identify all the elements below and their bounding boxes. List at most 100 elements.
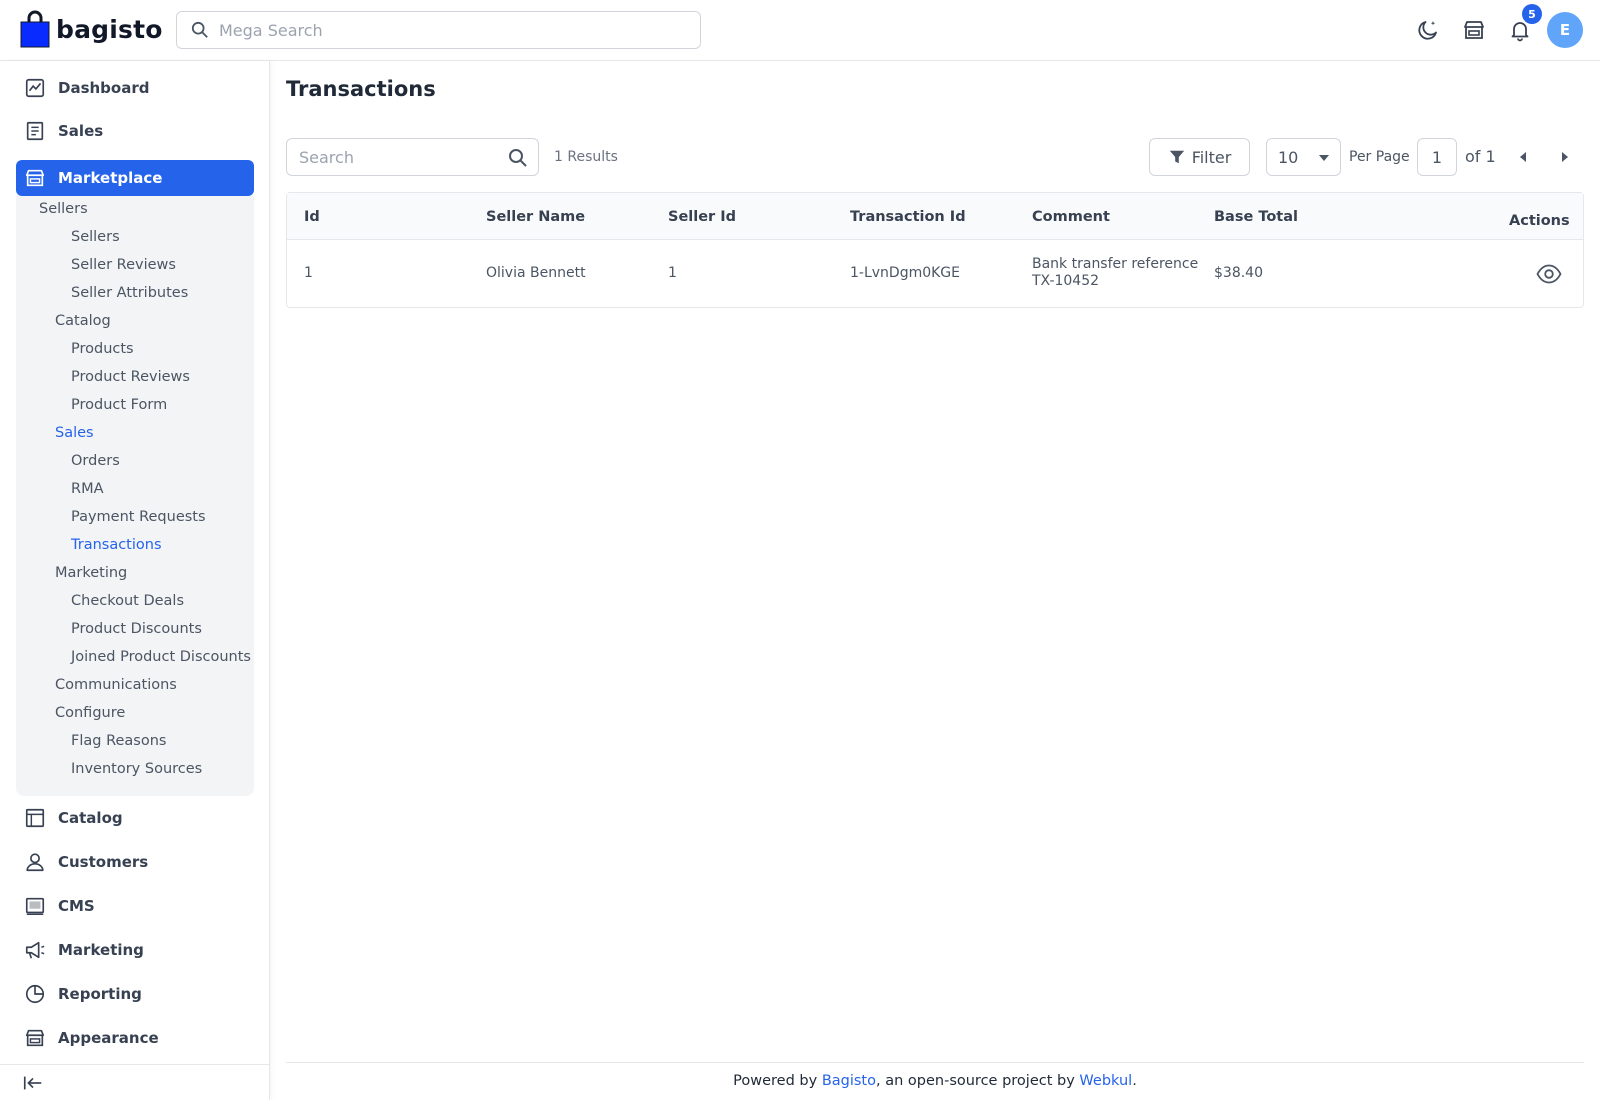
submenu-product-discounts[interactable]: Product Discounts (71, 621, 202, 637)
submenu-checkout-deals[interactable]: Checkout Deals (71, 593, 184, 609)
submenu-product-reviews[interactable]: Product Reviews (71, 369, 190, 385)
submenu-product-form[interactable]: Product Form (71, 397, 167, 413)
sidebar-item-appearance[interactable]: Appearance (16, 1020, 254, 1056)
mega-search-box[interactable] (176, 11, 701, 49)
current-page-input[interactable] (1417, 138, 1457, 176)
shopping-bag-icon (20, 10, 50, 48)
sidebar-item-cms[interactable]: CMS (16, 888, 254, 924)
footer-webkul-link[interactable]: Webkul (1079, 1073, 1132, 1089)
sidebar-item-customers[interactable]: Customers (16, 844, 254, 880)
submenu-seller-attributes[interactable]: Seller Attributes (71, 285, 188, 301)
sidebar-item-label: Sales (58, 122, 104, 140)
sidebar-item-label: Reporting (58, 985, 142, 1003)
logo[interactable]: bagisto (20, 10, 163, 48)
submenu-catalog[interactable]: Catalog (55, 313, 111, 329)
collapse-sidebar-icon[interactable] (22, 1073, 44, 1093)
search-icon[interactable] (508, 148, 528, 168)
next-page-button[interactable] (1554, 147, 1576, 167)
submenu-sales[interactable]: Sales (55, 425, 94, 441)
submenu-flag-reasons[interactable]: Flag Reasons (71, 733, 166, 749)
column-header-base-total[interactable]: Base Total (1214, 209, 1298, 225)
sidebar-item-dashboard[interactable]: Dashboard (16, 70, 254, 106)
submenu-transactions[interactable]: Transactions (71, 537, 162, 553)
column-header-id[interactable]: Id (304, 209, 320, 225)
filter-label: Filter (1191, 147, 1232, 167)
sidebar-item-label: Marketing (58, 941, 144, 959)
per-page-label: Per Page (1349, 149, 1410, 165)
store-icon (25, 169, 45, 187)
submenu-products[interactable]: Products (71, 341, 134, 357)
cell-seller-id: 1 (668, 265, 677, 281)
per-page-value: 10 (1278, 147, 1299, 167)
footer-bagisto-link[interactable]: Bagisto (822, 1073, 876, 1089)
table-header: Id Seller Name Seller Id Transaction Id … (287, 193, 1583, 240)
submenu-configure[interactable]: Configure (55, 705, 125, 721)
sidebar-item-catalog[interactable]: Catalog (16, 800, 254, 836)
cell-comment-line2: TX-10452 (1032, 273, 1100, 289)
submenu-joined-product-discounts[interactable]: Joined Product Discounts (71, 649, 251, 665)
table-row: 1 Olivia Bennett 1 1-LvnDgm0KGE Bank tra… (287, 240, 1583, 307)
page-title: Transactions (286, 77, 436, 101)
submenu-sellers[interactable]: Sellers (39, 201, 88, 217)
column-header-seller-name[interactable]: Seller Name (486, 209, 585, 225)
per-page-select[interactable]: 10 (1266, 138, 1341, 176)
sidebar-item-reporting[interactable]: Reporting (16, 976, 254, 1012)
cms-icon (25, 897, 45, 915)
notification-count-badge: 5 (1522, 4, 1542, 24)
sidebar-item-label: Marketplace (58, 169, 163, 187)
table-search-box[interactable] (286, 138, 539, 176)
dark-mode-toggle[interactable] (1412, 14, 1444, 46)
submenu-rma[interactable]: RMA (71, 481, 104, 497)
sidebar-item-label: CMS (58, 897, 95, 915)
results-count: 1 Results (554, 149, 618, 165)
cell-comment-line1: Bank transfer reference (1032, 256, 1199, 272)
store-icon (1464, 21, 1484, 39)
search-icon (191, 21, 208, 38)
mega-search-input[interactable] (219, 20, 679, 40)
column-header-transaction-id[interactable]: Transaction Id (850, 209, 966, 225)
sidebar: Dashboard Sales Marketplace Sellers Sell… (0, 61, 270, 1100)
column-header-comment[interactable]: Comment (1032, 209, 1110, 225)
previous-page-button[interactable] (1512, 147, 1534, 167)
sidebar-collapse-bar (0, 1064, 269, 1100)
submenu-payment-requests[interactable]: Payment Requests (71, 509, 206, 525)
footer-suffix: . (1132, 1073, 1137, 1089)
sidebar-item-marketing[interactable]: Marketing (16, 932, 254, 968)
submenu-seller-reviews[interactable]: Seller Reviews (71, 257, 176, 273)
table-search-input[interactable] (299, 147, 499, 167)
submenu-inventory-sources[interactable]: Inventory Sources (71, 761, 202, 777)
submenu-communications[interactable]: Communications (55, 677, 177, 693)
eye-icon[interactable] (1536, 264, 1562, 284)
column-header-seller-id[interactable]: Seller Id (668, 209, 736, 225)
sidebar-item-label: Appearance (58, 1029, 159, 1047)
caret-down-icon (1319, 155, 1329, 161)
store-icon (25, 1029, 45, 1047)
cell-transaction-id: 1-LvnDgm0KGE (850, 265, 961, 281)
footer-middle: , an open-source project by (876, 1073, 1080, 1089)
logo-text: bagisto (56, 14, 163, 44)
submenu-orders[interactable]: Orders (71, 453, 120, 469)
moon-icon (1418, 21, 1437, 40)
top-header: bagisto 5 E (0, 0, 1600, 61)
catalog-icon (25, 808, 45, 828)
sidebar-item-sales[interactable]: Sales (16, 113, 254, 149)
chart-icon (25, 984, 45, 1004)
storefront-button[interactable] (1458, 14, 1490, 46)
sidebar-item-label: Dashboard (58, 79, 150, 97)
filter-button[interactable]: Filter (1149, 138, 1250, 176)
submenu-sellers-list[interactable]: Sellers (71, 229, 120, 245)
sidebar-item-label: Customers (58, 853, 149, 871)
receipt-icon (26, 121, 44, 141)
user-avatar[interactable]: E (1547, 12, 1583, 48)
submenu-marketing[interactable]: Marketing (55, 565, 127, 581)
cell-base-total: $38.40 (1214, 265, 1263, 281)
transactions-table: Id Seller Name Seller Id Transaction Id … (286, 192, 1584, 308)
sidebar-item-marketplace[interactable]: Marketplace (16, 160, 254, 196)
cell-seller-name: Olivia Bennett (486, 265, 586, 281)
caret-right-icon (1562, 152, 1568, 162)
footer-prefix: Powered by (733, 1073, 822, 1089)
caret-left-icon (1520, 152, 1526, 162)
sidebar-item-label: Catalog (58, 809, 123, 827)
cell-id: 1 (304, 265, 313, 281)
filter-icon (1169, 150, 1184, 164)
